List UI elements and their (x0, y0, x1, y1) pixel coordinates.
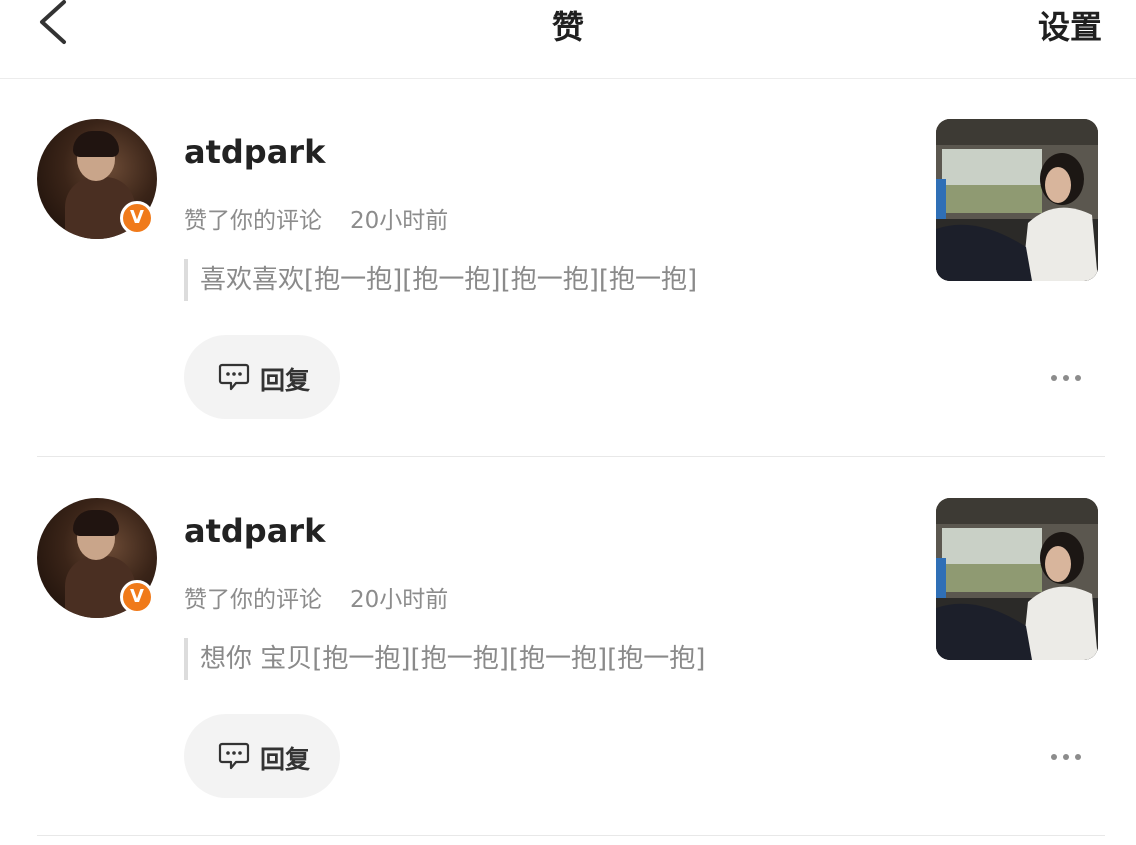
timestamp: 20小时前 (350, 208, 449, 234)
reply-label: 回复 (260, 366, 311, 395)
comment-bubble-icon (218, 742, 250, 770)
comment-quote: 喜欢喜欢[抱一抱][抱一抱][抱一抱][抱一抱] (184, 259, 697, 301)
reply-button[interactable]: 回复 (184, 714, 340, 798)
action-text: 赞了你的评论 (184, 587, 322, 613)
post-thumbnail[interactable] (936, 119, 1098, 281)
notification-item: V atdpark 赞了你的评论 20小时前 想你 宝贝[抱一抱][抱一抱][抱一… (0, 458, 1136, 836)
reply-label: 回复 (260, 745, 311, 774)
timestamp: 20小时前 (350, 587, 449, 613)
username[interactable]: atdpark (184, 512, 325, 550)
divider (37, 456, 1105, 457)
top-bar: 赞 设置 (0, 0, 1136, 79)
page-title: 赞 (551, 8, 584, 46)
divider (37, 835, 1105, 836)
notification-meta: 赞了你的评论 20小时前 (184, 201, 448, 235)
comment-bubble-icon (218, 363, 250, 391)
reply-button[interactable]: 回复 (184, 335, 340, 419)
notification-item: V atdpark 赞了你的评论 20小时前 喜欢喜欢[抱一抱][抱一抱][抱一抱… (0, 79, 1136, 457)
comment-quote: 想你 宝贝[抱一抱][抱一抱][抱一抱][抱一抱] (184, 638, 705, 680)
verified-badge-icon: V (120, 201, 154, 235)
settings-button[interactable]: 设置 (1038, 2, 1102, 48)
verified-badge-icon: V (120, 580, 154, 614)
notification-meta: 赞了你的评论 20小时前 (184, 580, 448, 614)
action-text: 赞了你的评论 (184, 208, 322, 234)
more-options-icon[interactable] (1048, 750, 1088, 764)
more-options-icon[interactable] (1048, 371, 1088, 385)
post-thumbnail[interactable] (936, 498, 1098, 660)
username[interactable]: atdpark (184, 133, 325, 171)
